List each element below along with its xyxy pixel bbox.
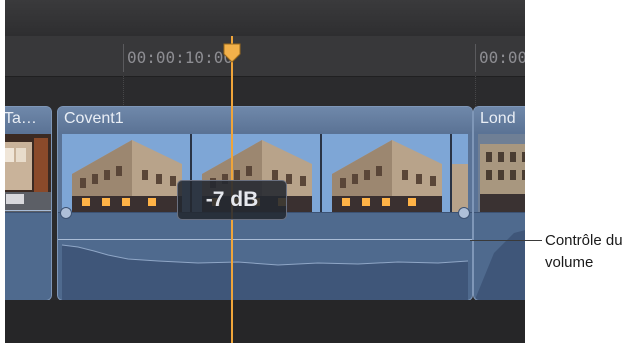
clip-title: Ta…	[5, 110, 37, 127]
volume-keyframe-icon[interactable]	[60, 207, 72, 219]
clip-filmstrip	[478, 134, 525, 212]
clip-audio[interactable]	[58, 207, 472, 300]
clip-title: Lond	[480, 110, 516, 127]
volume-keyframe-icon[interactable]	[458, 207, 470, 219]
ruler-tick	[123, 44, 124, 72]
volume-tooltip: -7 dB	[177, 180, 287, 220]
clip-filmstrip	[5, 134, 51, 212]
filmstrip-frame	[62, 134, 192, 212]
timeline-toolbar	[5, 0, 525, 37]
building-thumbnail	[62, 134, 190, 212]
building-thumbnail-partial	[452, 134, 468, 212]
volume-tooltip-value: -7 dB	[205, 188, 259, 211]
empty-lane	[5, 300, 525, 343]
clip-title: Covent1	[64, 110, 124, 127]
playhead-marker-icon[interactable]	[222, 42, 242, 64]
audio-waveform	[476, 230, 525, 300]
callout-line	[470, 240, 542, 241]
callout-label: Contrôle du volume	[545, 232, 623, 271]
clip-audio[interactable]	[474, 212, 525, 300]
building-thumbnail	[322, 134, 450, 212]
ruler-tick	[475, 44, 476, 72]
clip-left[interactable]: Ta…	[5, 106, 52, 301]
timeline[interactable]: 00:00:10:00 00:00 Ta… Covent1 Lond -7 dB	[5, 0, 525, 343]
clip-right[interactable]: Lond	[473, 106, 525, 301]
storefront-thumbnail	[5, 134, 51, 212]
volume-line[interactable]	[5, 210, 51, 211]
ruler-timecode-10s: 00:00:10:00	[127, 48, 233, 67]
filmstrip-frame	[452, 134, 468, 212]
filmstrip-frame	[322, 134, 452, 212]
volume-line[interactable]	[58, 239, 472, 240]
clip-audio[interactable]	[5, 210, 51, 300]
ruler-timecode-next: 00:00	[479, 48, 525, 67]
audio-waveform	[61, 244, 469, 300]
building-thumbnail	[478, 134, 525, 212]
time-ruler[interactable]: 00:00:10:00 00:00	[5, 36, 525, 77]
